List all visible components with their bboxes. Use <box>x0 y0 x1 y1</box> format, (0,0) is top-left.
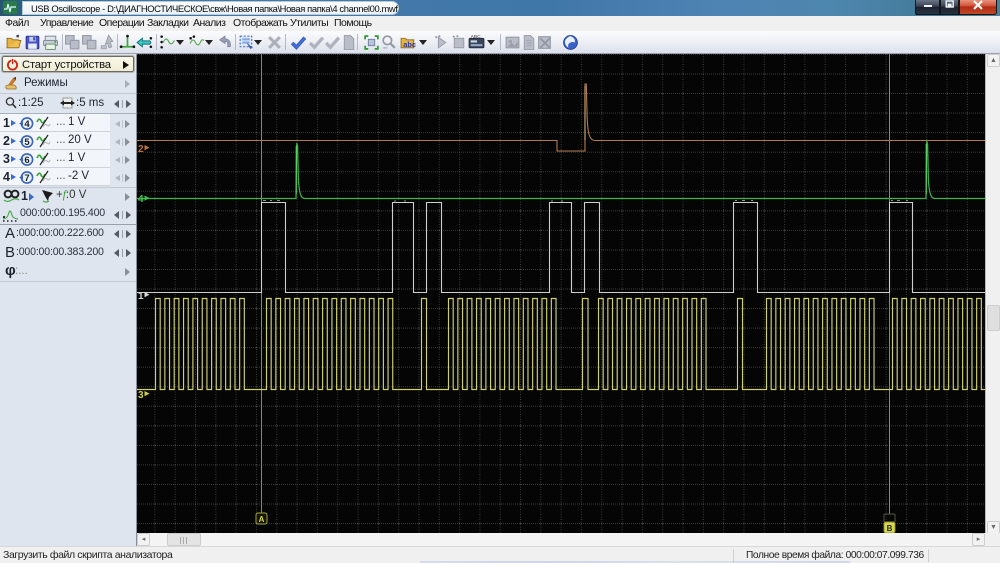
svg-text:1: 1 <box>138 291 144 302</box>
svg-text:2: 2 <box>138 144 144 155</box>
svg-text:B: B <box>887 524 893 533</box>
svg-text:4: 4 <box>24 119 30 130</box>
svg-text:A: A <box>259 515 265 524</box>
svg-text:7: 7 <box>24 173 29 184</box>
svg-text:4: 4 <box>138 194 144 205</box>
svg-text:3: 3 <box>138 390 144 401</box>
svg-text:ABC: ABC <box>471 34 482 40</box>
svg-text:abc: abc <box>403 40 416 49</box>
svg-text:5: 5 <box>24 137 30 148</box>
svg-text:6: 6 <box>24 155 29 166</box>
